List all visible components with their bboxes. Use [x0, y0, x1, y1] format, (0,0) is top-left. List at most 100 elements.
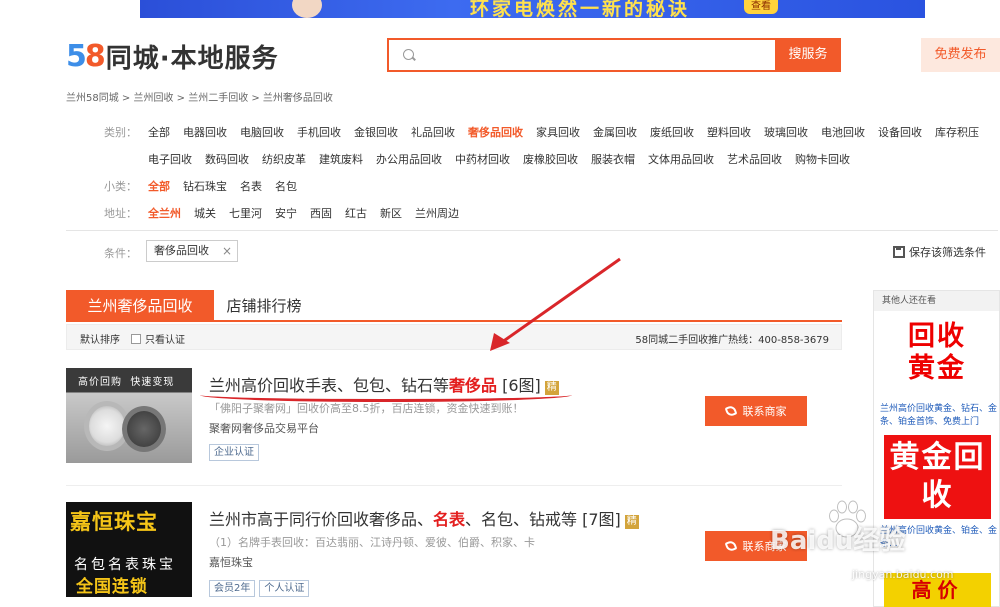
tab-luxury-recycle[interactable]: 兰州奢侈品回收 — [66, 290, 214, 322]
category-item-row2-1[interactable]: 数码回收 — [205, 151, 249, 167]
listing-title[interactable]: 兰州市高于同行价回收奢侈品、名表、名包、钻戒等 [7图] 精 — [209, 506, 639, 530]
condition-label: 条件： — [104, 247, 137, 260]
subcategory-item-3[interactable]: 名包 — [275, 178, 297, 194]
tab-shop-ranking[interactable]: 店铺排行榜 — [214, 290, 314, 322]
category-item-12[interactable]: 电池回收 — [821, 124, 865, 140]
watermark-logo: Baidu经验 — [770, 526, 906, 556]
banner-text: 环家电焕然一新的秘诀 — [470, 0, 691, 18]
category-item-row2-5[interactable]: 中药材回收 — [455, 151, 510, 167]
save-filter-label: 保存该筛选条件 — [909, 246, 986, 259]
search-icon — [403, 49, 414, 60]
category-item-row2-7[interactable]: 服装衣帽 — [591, 151, 635, 167]
listing-tabs: 兰州奢侈品回收 店铺排行榜 — [66, 290, 842, 322]
category-item-1[interactable]: 电器回收 — [183, 124, 227, 140]
thumb-brand: 嘉恒珠宝 — [70, 510, 158, 534]
personal-verified-badge: 个人认证 — [259, 580, 310, 597]
category-item-row2-8[interactable]: 文体用品回收 — [648, 151, 714, 167]
category-item-14[interactable]: 库存积压 — [935, 124, 979, 140]
category-item-13[interactable]: 设备回收 — [878, 124, 922, 140]
breadcrumb[interactable]: 兰州58同城 > 兰州回收 > 兰州二手回收 > 兰州奢侈品回收 — [66, 89, 333, 104]
category-item-row2-10[interactable]: 购物卡回收 — [795, 151, 850, 167]
category-item-row2-0[interactable]: 电子回收 — [148, 151, 192, 167]
shop-name[interactable]: 聚奢网奢侈品交易平台 — [209, 420, 319, 436]
area-label: 地址： — [104, 207, 137, 220]
category-item-5[interactable]: 礼品回收 — [411, 124, 455, 140]
category-item-8[interactable]: 金属回收 — [593, 124, 637, 140]
category-label: 类别： — [104, 126, 137, 139]
condition-tag-text: 奢侈品回收 — [154, 244, 209, 257]
category-item-row2-4[interactable]: 办公用品回收 — [376, 151, 442, 167]
area-item-4[interactable]: 西固 — [310, 205, 332, 221]
sidebar-ad-image[interactable]: 回收黄金 — [898, 321, 976, 385]
category-item-9[interactable]: 废纸回收 — [650, 124, 694, 140]
area-item-1[interactable]: 城关 — [194, 205, 216, 221]
listing-thumbnail[interactable]: 嘉恒珠宝 名包名表珠宝 全国连锁 — [66, 502, 192, 597]
sidebar-heading: 其他人还在看 — [874, 291, 999, 311]
sidebar-ad-image[interactable]: 黄金回收 — [884, 435, 991, 519]
category-item-row2-6[interactable]: 废橡胶回收 — [523, 151, 578, 167]
category-item-3[interactable]: 手机回收 — [297, 124, 341, 140]
member-years-badge: 会员2年 — [209, 580, 256, 597]
sidebar-recommendations: 其他人还在看 回收黄金 兰州高价回收黄金、钻石、金条、铂金首饰、免费上门 黄金回… — [873, 290, 1000, 607]
banner-view-button[interactable]: 查看 — [744, 0, 778, 14]
sort-default[interactable]: 默认排序 — [80, 331, 120, 346]
verified-only-label: 只看认证 — [145, 335, 185, 346]
category-item-7[interactable]: 家具回收 — [536, 124, 580, 140]
save-icon — [893, 246, 905, 258]
sidebar-ad-link[interactable]: 兰州高价回收黄金、钻石、金条、铂金首饰、免费上门 — [880, 403, 998, 429]
area-item-2[interactable]: 七里河 — [229, 205, 262, 221]
listing-description: 「佛阳子聚奢网」回收价高至8.5折，百店连锁，资金快速到账！ — [209, 402, 524, 415]
area-item-6[interactable]: 新区 — [380, 205, 402, 221]
thumb-caption: 名包名表珠宝 — [74, 557, 176, 573]
top-ad-banner[interactable]: 环家电焕然一新的秘诀 查看 — [140, 0, 925, 18]
verified-only-checkbox[interactable]: 只看认证 — [131, 331, 185, 346]
category-item-6[interactable]: 奢侈品回收 — [468, 124, 523, 140]
category-item-10[interactable]: 塑料回收 — [707, 124, 751, 140]
category-item-row2-3[interactable]: 建筑废料 — [319, 151, 363, 167]
listing-separator — [66, 485, 842, 486]
area-item-7[interactable]: 兰州周边 — [415, 205, 459, 221]
promo-hotline: 58同城二手回收推广热线：400-858-3679 — [635, 335, 829, 346]
category-item-11[interactable]: 玻璃回收 — [764, 124, 808, 140]
area-item-5[interactable]: 红古 — [345, 205, 367, 221]
checkbox-box[interactable] — [131, 333, 141, 344]
subcategory-label: 小类： — [104, 180, 137, 193]
area-item-3[interactable]: 安宁 — [275, 205, 297, 221]
category-filter-row: 类别： 全部 电器回收 电脑回收 手机回收 金银回收 礼品回收 奢侈品回收 家具回收 金属回收废… — [104, 124, 992, 140]
free-post-button[interactable]: 免费发布 — [921, 38, 1000, 72]
sort-bar: 默认排序 只看认证 58同城二手回收推广热线：400-858-3679 — [66, 324, 842, 350]
listing-thumbnail[interactable]: 高价回购 快速变现 — [66, 368, 192, 463]
logo-text: 同城·本地服务 — [105, 43, 279, 74]
phone-icon — [724, 539, 737, 553]
thumb-caption: 高价回购 快速变现 — [78, 377, 175, 388]
watch-image — [122, 406, 166, 452]
area-item-0[interactable]: 全兰州 — [148, 205, 181, 221]
logo-58: 58 — [66, 38, 106, 74]
search-input[interactable] — [421, 44, 771, 66]
site-logo[interactable]: 58 同城·本地服务 — [66, 38, 279, 74]
watermark-url: jingyan.baidu.com — [852, 568, 954, 581]
listing-item[interactable]: 嘉恒珠宝 名包名表珠宝 全国连锁 兰州市高于同行价回收奢侈品、名表、名包、钻戒等… — [66, 502, 842, 607]
featured-badge: 精 — [624, 515, 639, 529]
category-item-4[interactable]: 金银回收 — [354, 124, 398, 140]
category-filter-row-2: 电子回收 数码回收 纺织皮革 建筑废料 办公用品回收 中药材回收 废橡胶回收 服装衣帽 文体用品… — [148, 151, 863, 167]
badge-list: 会员2年 个人认证 — [209, 580, 313, 597]
search-button[interactable]: 搜服务 — [775, 38, 841, 72]
category-item-row2-9[interactable]: 艺术品回收 — [727, 151, 782, 167]
listing-item[interactable]: 高价回购 快速变现 兰州高价回收手表、包包、钻石等奢侈品 [6图] 精 「佛阳子聚… — [66, 368, 842, 468]
subcategory-filter-row: 小类： 全部 钻石珠宝 名表 名包 — [104, 178, 310, 194]
condition-tag[interactable]: 奢侈品回收 × — [146, 240, 238, 262]
area-filter-row: 地址： 全兰州 城关 七里河 安宁 西固 红古 新区 兰州周边 — [104, 205, 472, 221]
category-item-2[interactable]: 电脑回收 — [240, 124, 284, 140]
banner-person-image — [292, 0, 322, 18]
close-icon[interactable]: × — [222, 241, 232, 261]
thumb-caption: 全国连锁 — [76, 577, 148, 597]
subcategory-item-2[interactable]: 名表 — [240, 178, 262, 194]
contact-seller-button[interactable]: 联系商家 — [705, 396, 807, 426]
subcategory-item-0[interactable]: 全部 — [148, 178, 170, 194]
subcategory-item-1[interactable]: 钻石珠宝 — [183, 178, 227, 194]
category-item-row2-2[interactable]: 纺织皮革 — [262, 151, 306, 167]
shop-name[interactable]: 嘉恒珠宝 — [209, 554, 253, 570]
category-item-0[interactable]: 全部 — [148, 124, 170, 140]
save-filter-button[interactable]: 保存该筛选条件 — [893, 244, 986, 260]
